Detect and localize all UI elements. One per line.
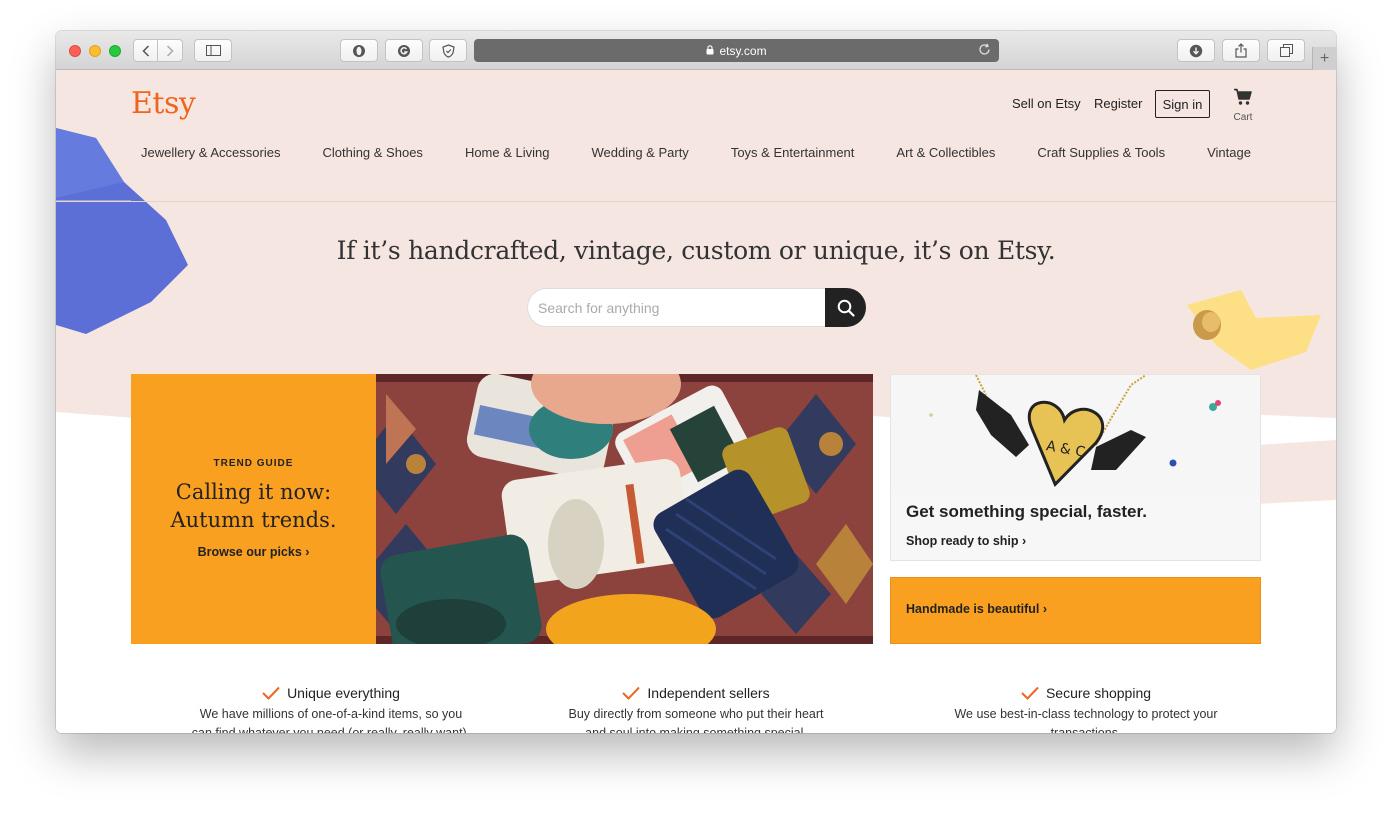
browse-picks-link[interactable]: Browse our picks › bbox=[131, 545, 376, 559]
necklace-photo: A & C bbox=[891, 375, 1260, 495]
zoom-window-button[interactable] bbox=[109, 45, 121, 57]
search-button[interactable] bbox=[825, 288, 866, 327]
browser-toolbar: etsy.com + bbox=[56, 31, 1336, 70]
grammarly-extension-button[interactable] bbox=[385, 39, 423, 62]
category-craft-supplies-tools[interactable]: Craft Supplies & Tools bbox=[1037, 145, 1165, 160]
opera-extension-button[interactable] bbox=[340, 39, 378, 62]
value-prop-desc-line: We have millions of one-of-a-kind items,… bbox=[199, 707, 463, 721]
sidebar-toggle-button[interactable] bbox=[194, 39, 232, 62]
shield-icon bbox=[441, 43, 455, 58]
category-home-living[interactable]: Home & Living bbox=[465, 145, 550, 160]
value-prop-desc-line: can find whatever you need (or really, r… bbox=[191, 726, 471, 733]
download-icon bbox=[1189, 44, 1203, 57]
trend-guide-eyebrow: TREND GUIDE bbox=[213, 458, 294, 469]
sign-in-button[interactable]: Sign in bbox=[1155, 90, 1210, 118]
value-prop-secure: Secure shopping We use best-in-class tec… bbox=[936, 685, 1236, 733]
value-prop-desc-line: and soul into making something special. bbox=[585, 726, 807, 733]
minimize-window-button[interactable] bbox=[89, 45, 101, 57]
search-bar bbox=[527, 288, 866, 327]
sidebar-icon bbox=[205, 45, 221, 56]
category-toys-entertainment[interactable]: Toys & Entertainment bbox=[731, 145, 855, 160]
chevron-right-icon bbox=[166, 44, 174, 57]
opera-icon bbox=[353, 44, 365, 57]
hero-headline: If it’s handcrafted, vintage, custom or … bbox=[336, 236, 1056, 265]
search-input[interactable] bbox=[527, 288, 831, 327]
ready-to-ship-card[interactable]: A & C Get something special, faster. Sho… bbox=[890, 374, 1261, 561]
value-prop-desc-line: Buy directly from someone who put their … bbox=[568, 707, 824, 721]
value-prop-independent: Independent sellers Buy directly from so… bbox=[546, 685, 846, 733]
shop-ready-to-ship-link[interactable]: Shop ready to ship › bbox=[906, 534, 1026, 548]
checkmark-icon bbox=[1021, 686, 1039, 700]
cushions-on-rug-photo bbox=[376, 374, 873, 644]
trend-guide-promo[interactable]: TREND GUIDE Calling it now: Autumn trend… bbox=[131, 374, 873, 644]
grammarly-icon bbox=[398, 44, 410, 57]
privacy-extension-button[interactable] bbox=[429, 39, 467, 62]
checkmark-icon bbox=[262, 686, 280, 700]
trend-guide-panel: TREND GUIDE Calling it now: Autumn trend… bbox=[131, 374, 376, 644]
chevron-left-icon bbox=[141, 44, 149, 57]
lock-icon bbox=[706, 44, 714, 58]
category-wedding-party[interactable]: Wedding & Party bbox=[592, 145, 689, 160]
share-button[interactable] bbox=[1222, 39, 1260, 62]
share-icon bbox=[1235, 43, 1247, 58]
value-prop-unique: Unique everything We have millions of on… bbox=[181, 685, 481, 733]
cart-label: Cart bbox=[1233, 112, 1253, 123]
sell-on-etsy-link[interactable]: Sell on Etsy bbox=[1012, 96, 1081, 111]
url-text: etsy.com bbox=[719, 43, 767, 58]
address-bar[interactable]: etsy.com bbox=[474, 39, 999, 62]
trend-guide-title: Calling it now: Autumn trends. bbox=[131, 478, 376, 534]
category-vintage[interactable]: Vintage bbox=[1207, 145, 1251, 160]
register-link[interactable]: Register bbox=[1094, 96, 1142, 111]
category-art-collectibles[interactable]: Art & Collectibles bbox=[896, 145, 995, 160]
trend-title-line-2: Autumn trends. bbox=[170, 508, 337, 532]
search-icon bbox=[837, 299, 855, 317]
etsy-homepage: Etsy Sell on Etsy Register Sign in Cart … bbox=[56, 70, 1336, 733]
category-nav: Jewellery & Accessories Clothing & Shoes… bbox=[141, 145, 1251, 160]
ready-to-ship-title: Get something special, faster. bbox=[906, 502, 1147, 521]
downloads-button[interactable] bbox=[1177, 39, 1215, 62]
value-prop-title: Independent sellers bbox=[647, 685, 770, 701]
value-prop-desc-line: transactions. bbox=[1050, 726, 1122, 733]
etsy-logo[interactable]: Etsy bbox=[131, 86, 196, 121]
forward-button[interactable] bbox=[158, 39, 183, 62]
tabs-icon bbox=[1279, 44, 1293, 57]
close-window-button[interactable] bbox=[69, 45, 81, 57]
tabs-overview-button[interactable] bbox=[1267, 39, 1305, 62]
value-prop-desc-line: We use best-in-class technology to prote… bbox=[954, 707, 1218, 721]
value-prop-title: Unique everything bbox=[287, 685, 400, 701]
handmade-card[interactable]: Handmade is beautiful › bbox=[890, 577, 1261, 644]
nav-divider bbox=[56, 201, 1336, 202]
category-clothing-shoes[interactable]: Clothing & Shoes bbox=[322, 145, 422, 160]
cart-icon bbox=[1234, 88, 1252, 105]
value-prop-title: Secure shopping bbox=[1045, 685, 1152, 701]
category-jewellery-accessories[interactable]: Jewellery & Accessories bbox=[141, 145, 280, 160]
checkmark-icon bbox=[622, 686, 641, 700]
browser-window: etsy.com + Etsy Sell on Etsy Register Si… bbox=[56, 31, 1336, 733]
back-button[interactable] bbox=[133, 39, 158, 62]
reload-icon[interactable] bbox=[978, 43, 991, 59]
handmade-is-beautiful-link[interactable]: Handmade is beautiful › bbox=[906, 602, 1047, 616]
trend-title-line-1: Calling it now: bbox=[175, 480, 332, 504]
new-tab-button[interactable]: + bbox=[1312, 47, 1336, 70]
cart-button[interactable]: Cart bbox=[1231, 88, 1255, 123]
